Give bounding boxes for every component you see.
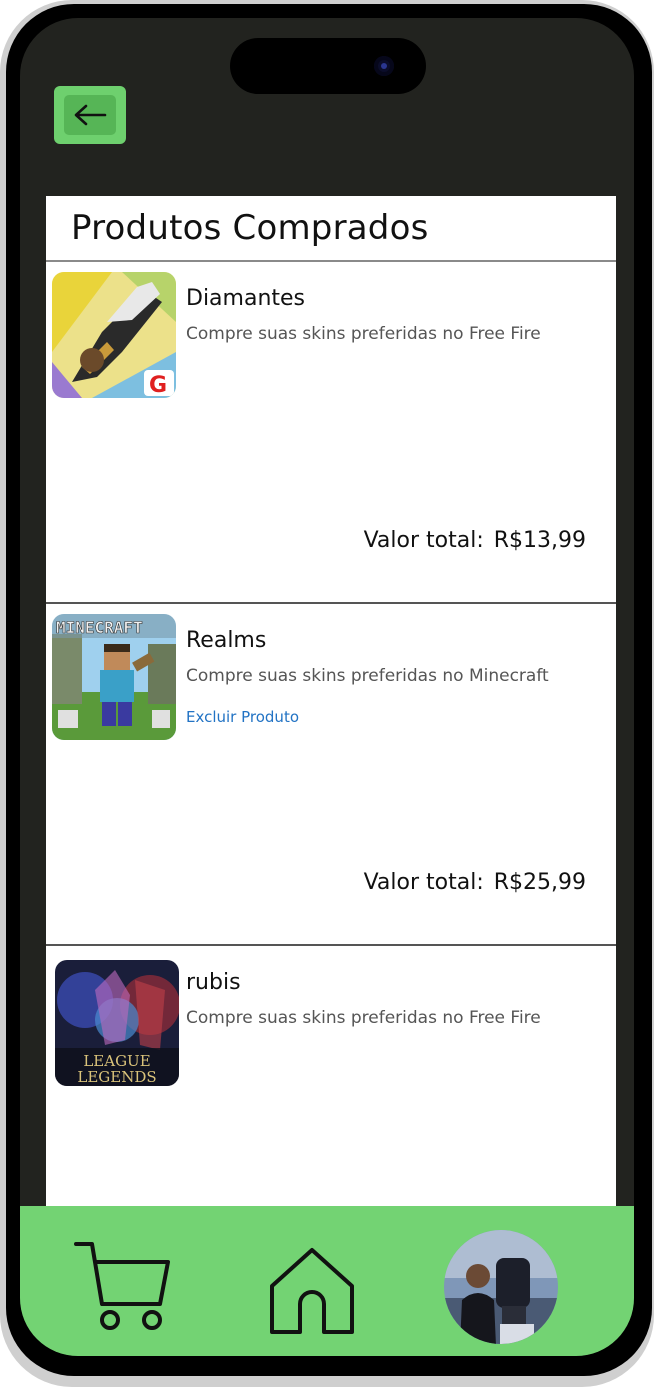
profile-button[interactable] <box>442 1228 560 1351</box>
free-fire-thumbnail[interactable]: G <box>52 272 176 398</box>
product-description: Compre suas skins preferidas no Minecraf… <box>186 666 549 686</box>
product-description: Compre suas skins preferidas no Free Fir… <box>186 1008 541 1028</box>
minecraft-logo-text: MINECRAFT <box>56 618 143 637</box>
product-name: Diamantes <box>186 286 306 311</box>
delete-product-link[interactable]: Excluir Produto <box>186 708 299 726</box>
home-button[interactable] <box>268 1246 356 1341</box>
product-card: MINECRAFT Realms Compre suas skins prefe… <box>46 604 616 946</box>
arrow-left-icon <box>74 104 107 126</box>
page-title: Produtos Comprados <box>46 196 616 262</box>
home-icon <box>270 1248 354 1334</box>
product-name: rubis <box>186 970 241 995</box>
total-value: R$25,99 <box>493 870 586 895</box>
purchased-products-panel: Produtos Comprados G Diamantes Compre su… <box>46 196 616 1226</box>
phone-frame: Produtos Comprados G Diamantes Compre su… <box>6 4 652 1376</box>
minecraft-thumbnail[interactable]: MINECRAFT <box>52 614 176 740</box>
profile-avatar <box>444 1230 558 1344</box>
back-button-inner <box>64 95 116 135</box>
product-card: LEAGUE LEGENDS rubis Compre suas skins p… <box>46 946 616 1226</box>
front-camera <box>374 56 394 76</box>
league-logo-line2: LEGENDS <box>77 1068 156 1086</box>
product-card: G Diamantes Compre suas skins preferidas… <box>46 262 616 604</box>
product-description: Compre suas skins preferidas no Free Fir… <box>186 324 541 344</box>
cart-button[interactable] <box>72 1240 172 1337</box>
cart-icon <box>74 1242 170 1330</box>
dynamic-island <box>230 38 426 94</box>
total-label: Valor total: <box>363 870 484 895</box>
total-value: R$13,99 <box>493 528 586 553</box>
phone-screen: Produtos Comprados G Diamantes Compre su… <box>20 18 634 1356</box>
svg-text:G: G <box>149 373 167 398</box>
league-of-legends-thumbnail[interactable]: LEAGUE LEGENDS <box>55 960 179 1086</box>
bottom-navigation <box>20 1206 634 1356</box>
product-total: Valor total: R$25,99 <box>364 870 586 895</box>
product-name: Realms <box>186 628 267 653</box>
total-label: Valor total: <box>363 528 484 553</box>
phone-bezel: Produtos Comprados G Diamantes Compre su… <box>0 0 654 1387</box>
product-total: Valor total: R$13,99 <box>364 528 586 553</box>
back-button[interactable] <box>54 86 126 144</box>
